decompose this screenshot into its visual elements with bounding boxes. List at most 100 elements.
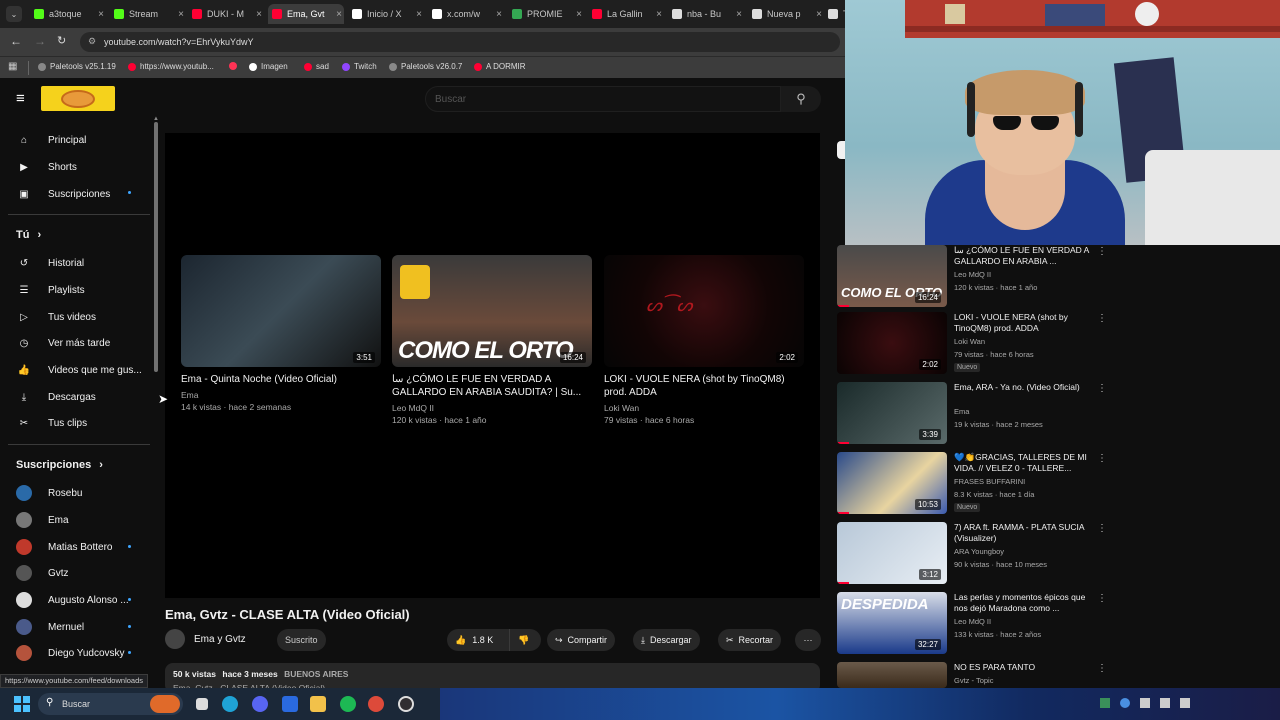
bookmark-item[interactable] <box>229 62 241 70</box>
sidebar-subscription[interactable]: Augusto Alonso ... <box>16 592 129 608</box>
related-channel[interactable]: Leo MdQ II <box>954 270 991 280</box>
share-button[interactable]: ↪ Compartir <box>547 629 616 651</box>
bookmark-item[interactable]: Paletools v26.0.7 <box>389 62 462 71</box>
search-input[interactable]: Buscar <box>435 94 466 105</box>
sidebar-subscription[interactable]: Mernuel <box>16 619 84 635</box>
sidebar-item[interactable]: ▶ Shorts <box>16 159 77 175</box>
taskbar-search[interactable]: ⚲ Buscar <box>38 693 183 715</box>
related-channel[interactable]: Loki Wan <box>954 337 985 347</box>
tab-close-icon[interactable]: × <box>416 9 422 20</box>
sidebar-item[interactable]: 👍 Videos que me gus... <box>16 362 142 378</box>
related-channel[interactable]: FRASES BUFFARINI <box>954 477 1025 487</box>
related-title[interactable]: 7) ARA ft. RAMMA - PLATA SUCIA (Visualiz… <box>954 522 1094 544</box>
obs-icon[interactable] <box>398 696 414 712</box>
related-filter-chip[interactable] <box>837 141 845 159</box>
windows-start-icon[interactable] <box>14 696 30 712</box>
related-title[interactable]: ﺳﺎ ¿CÓMO LE FUE EN VERDAD A GALLARDO EN … <box>954 245 1094 267</box>
more-options-icon[interactable]: ⋮ <box>1097 663 1107 674</box>
related-thumbnail[interactable] <box>837 662 947 688</box>
youtube-logo[interactable] <box>41 86 115 111</box>
endscreen-channel[interactable]: Leo MdQ II <box>392 402 434 414</box>
sidebar-item[interactable]: ▣ Suscripciones <box>16 186 110 202</box>
reload-icon[interactable]: ↻ <box>57 34 66 47</box>
sidebar-subscription[interactable]: Gvtz <box>16 565 69 581</box>
sidebar-section-subscriptions[interactable]: Suscripciones › <box>16 459 103 471</box>
endscreen-title[interactable]: LOKI - VUOLE NERA (shot by TinoQM8) prod… <box>604 373 809 399</box>
related-thumbnail[interactable]: 3:39 <box>837 382 947 444</box>
related-thumbnail[interactable]: DESPEDIDA 32:27 <box>837 592 947 654</box>
task-view-icon[interactable] <box>196 698 208 710</box>
channel-name[interactable]: Ema y Gvtz <box>194 634 246 645</box>
more-options-icon[interactable]: ⋮ <box>1097 453 1107 464</box>
sidebar-subscription[interactable]: Diego Yudcovsky <box>16 645 125 661</box>
related-title[interactable]: LOKI - VUOLE NERA (shot by TinoQM8) prod… <box>954 312 1094 334</box>
more-actions-button[interactable]: ··· <box>795 629 821 651</box>
download-button[interactable]: ⤓ Descargar <box>633 629 700 651</box>
browser-tab[interactable]: La Gallin × <box>588 4 664 24</box>
sidebar-section-you[interactable]: Tú › <box>16 229 41 241</box>
related-title[interactable]: Ema, ARA - Ya no. (Video Oficial) <box>954 382 1094 393</box>
discord-icon[interactable] <box>252 696 268 712</box>
browser-tab[interactable]: x.com/w × <box>428 4 504 24</box>
more-options-icon[interactable]: ⋮ <box>1097 313 1107 324</box>
apps-grid-icon[interactable]: ▦ <box>8 61 17 72</box>
browser-tab[interactable]: nba - Bu × <box>668 4 744 24</box>
related-channel[interactable]: Gvtz - Topic <box>954 676 993 686</box>
endscreen-thumbnail[interactable]: COMO EL ORTO 16:24 <box>392 255 592 367</box>
tab-close-icon[interactable]: × <box>336 9 342 20</box>
endscreen-thumbnail[interactable]: ᔕ⁀ᔕ 2:02 <box>604 255 804 367</box>
sidebar-item[interactable]: ▷ Tus videos <box>16 309 96 325</box>
browser-tab[interactable]: Ema, Gvt × <box>268 4 344 24</box>
subscribe-button[interactable]: Suscrito <box>277 629 326 651</box>
search-button[interactable]: ⚲ <box>781 86 821 112</box>
sidebar-subscription[interactable]: Matias Bottero <box>16 539 112 555</box>
bookmark-item[interactable]: sad <box>304 62 329 71</box>
tray-clock[interactable] <box>1228 695 1268 713</box>
tab-close-icon[interactable]: × <box>736 9 742 20</box>
tab-close-icon[interactable]: × <box>496 9 502 20</box>
tab-search-icon[interactable]: ⌄ <box>6 6 22 22</box>
browser-tab[interactable]: a3toque × <box>30 4 106 24</box>
browser-tab[interactable]: PROMIE × <box>508 4 584 24</box>
more-options-icon[interactable]: ⋮ <box>1097 383 1107 394</box>
tab-close-icon[interactable]: × <box>576 9 582 20</box>
related-channel[interactable]: Ema <box>954 407 969 417</box>
spotify-icon[interactable] <box>340 696 356 712</box>
like-button[interactable]: 👍 1.8 K <box>447 629 509 651</box>
related-thumbnail[interactable]: 3:12 <box>837 522 947 584</box>
store-icon[interactable] <box>282 696 298 712</box>
more-options-icon[interactable]: ⋮ <box>1097 246 1107 257</box>
endscreen-thumbnail[interactable]: 3:51 <box>181 255 381 367</box>
browser-tab[interactable]: Nueva p × <box>748 4 824 24</box>
related-channel[interactable]: ARA Youngboy <box>954 547 1004 557</box>
related-title[interactable]: NO ES PARA TANTO <box>954 662 1094 673</box>
endscreen-title[interactable]: ﺳﺎ ¿CÓMO LE FUE EN VERDAD A GALLARDO EN … <box>392 373 597 399</box>
sidebar-item[interactable]: ↺ Historial <box>16 255 84 271</box>
sidebar-subscription[interactable]: Rosebu <box>16 485 82 501</box>
tab-close-icon[interactable]: × <box>256 9 262 20</box>
back-icon[interactable]: ← <box>10 34 22 48</box>
tray-icons[interactable] <box>1100 698 1210 710</box>
endscreen-channel[interactable]: Loki Wan <box>604 402 639 414</box>
sidebar-item[interactable]: ◷ Ver más tarde <box>16 335 111 351</box>
browser-tab[interactable]: DUKI - M × <box>188 4 264 24</box>
search-box[interactable]: Buscar <box>425 86 781 112</box>
endscreen-channel[interactable]: Ema <box>181 389 198 401</box>
sidebar-item[interactable]: ⤓ Descargas <box>16 389 96 405</box>
tab-close-icon[interactable]: × <box>656 9 662 20</box>
browser-tab[interactable]: Inicio / X × <box>348 4 424 24</box>
related-thumbnail[interactable]: 10:53 <box>837 452 947 514</box>
tab-close-icon[interactable]: × <box>98 9 104 20</box>
more-options-icon[interactable]: ⋮ <box>1097 523 1107 534</box>
site-info-icon[interactable]: ⚙ <box>88 36 96 47</box>
channel-avatar[interactable] <box>165 629 185 649</box>
sidebar-item[interactable]: ✂ Tus clips <box>16 415 87 431</box>
related-thumbnail[interactable]: 2:02 <box>837 312 947 374</box>
endscreen-title[interactable]: Ema - Quinta Noche (Video Oficial) <box>181 373 386 386</box>
chrome-icon[interactable] <box>368 696 384 712</box>
file-explorer-icon[interactable] <box>310 696 326 712</box>
browser-tab[interactable]: T <box>824 4 845 24</box>
related-channel[interactable]: Leo MdQ II <box>954 617 991 627</box>
video-player[interactable]: 3:51 Ema - Quinta Noche (Video Oficial) Em… <box>165 133 820 598</box>
sidebar-item[interactable]: ☰ Playlists <box>16 282 85 298</box>
